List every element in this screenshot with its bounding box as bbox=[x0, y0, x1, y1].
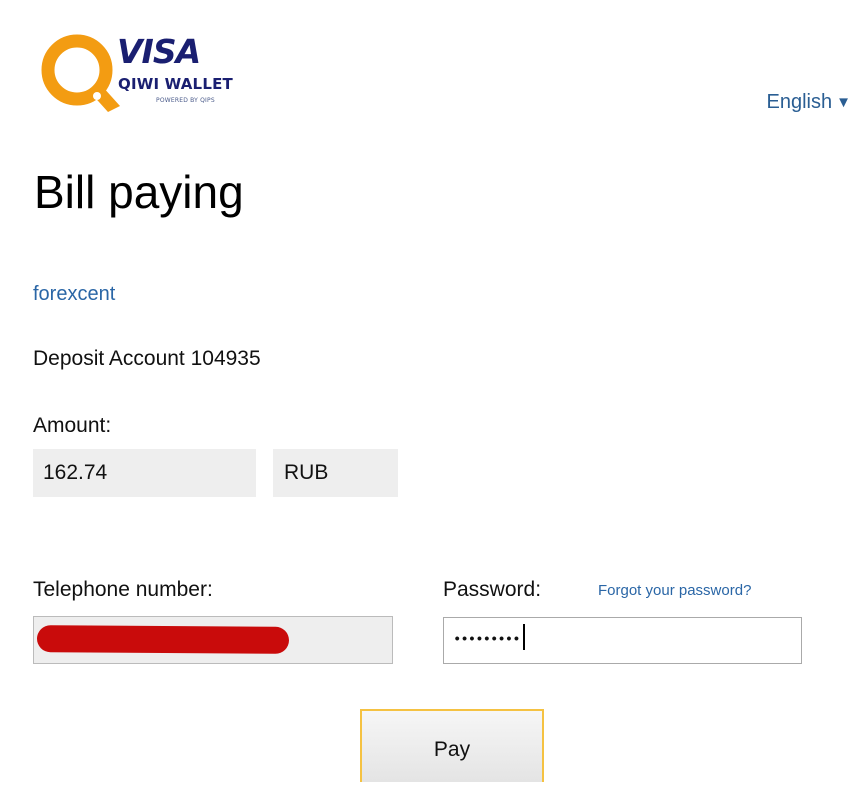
telephone-input[interactable] bbox=[33, 616, 393, 664]
language-selector-label: English bbox=[766, 91, 833, 113]
forgot-password-link[interactable]: Forgot your password? bbox=[598, 580, 751, 602]
language-selector[interactable]: English ▼ bbox=[751, 89, 851, 117]
qiwi-visa-logo: VISA QIWI WALLET POWERED BY QIPS bbox=[38, 34, 278, 116]
qiwi-q-logo-icon bbox=[41, 34, 120, 112]
merchant-link[interactable]: forexcent bbox=[33, 281, 115, 307]
page-title: Bill paying bbox=[34, 166, 244, 218]
currency-field: RUB bbox=[273, 449, 398, 497]
bill-description: Deposit Account 104935 bbox=[33, 347, 261, 370]
telephone-label: Telephone number: bbox=[33, 578, 213, 601]
password-label: Password: bbox=[443, 578, 542, 601]
password-input[interactable]: ••••••••• bbox=[443, 617, 802, 664]
pay-button[interactable]: Pay bbox=[360, 709, 544, 782]
amount-field: 162.74 bbox=[33, 449, 256, 497]
redaction-mark bbox=[36, 625, 290, 654]
logo-wallet-text: QIWI WALLET bbox=[118, 75, 233, 93]
password-masked-value: ••••••••• bbox=[453, 632, 521, 648]
logo-visa-text: VISA bbox=[117, 32, 201, 71]
caret-down-icon: ▼ bbox=[836, 94, 851, 111]
text-cursor bbox=[522, 624, 525, 651]
amount-label: Amount: bbox=[33, 414, 112, 437]
logo-powered-by-text: POWERED BY QIPS bbox=[156, 97, 215, 104]
